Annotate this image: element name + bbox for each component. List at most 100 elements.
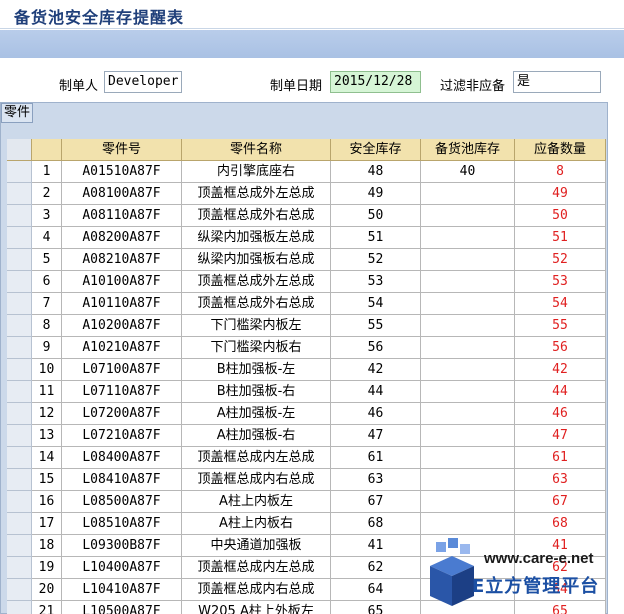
- row-selector[interactable]: [7, 535, 32, 557]
- header-safety-stock[interactable]: 安全库存: [331, 139, 421, 161]
- part-name-cell[interactable]: W205 A柱上外板左: [182, 601, 331, 614]
- row-selector[interactable]: [7, 425, 32, 447]
- part-no-cell[interactable]: L10410A87F: [62, 579, 182, 601]
- table-row[interactable]: 4 A08200A87F 纵梁内加强板左总成 51 51: [7, 227, 606, 249]
- table-row[interactable]: 17 L08510A87F A柱上内板右 68 68: [7, 513, 606, 535]
- safety-stock-cell[interactable]: 55: [331, 315, 421, 337]
- part-name-cell[interactable]: 下门槛梁内板左: [182, 315, 331, 337]
- row-selector[interactable]: [7, 381, 32, 403]
- safety-stock-cell[interactable]: 44: [331, 381, 421, 403]
- row-selector[interactable]: [7, 469, 32, 491]
- safety-stock-cell[interactable]: 49: [331, 183, 421, 205]
- safety-stock-cell[interactable]: 52: [331, 249, 421, 271]
- table-row[interactable]: 12 L07200A87F A柱加强板-左 46 46: [7, 403, 606, 425]
- part-no-cell[interactable]: L10500A87F: [62, 601, 182, 614]
- part-name-cell[interactable]: 纵梁内加强板右总成: [182, 249, 331, 271]
- part-name-cell[interactable]: 顶盖框总成外左总成: [182, 183, 331, 205]
- safety-stock-cell[interactable]: 51: [331, 227, 421, 249]
- required-qty-cell[interactable]: 8: [515, 161, 606, 183]
- part-no-cell[interactable]: A10100A87F: [62, 271, 182, 293]
- table-row[interactable]: 13 L07210A87F A柱加强板-右 47 47: [7, 425, 606, 447]
- part-no-cell[interactable]: A10200A87F: [62, 315, 182, 337]
- row-selector[interactable]: [7, 271, 32, 293]
- pool-stock-cell[interactable]: [421, 293, 515, 315]
- pool-stock-cell[interactable]: [421, 227, 515, 249]
- pool-stock-cell[interactable]: [421, 381, 515, 403]
- row-selector[interactable]: [7, 579, 32, 601]
- pool-stock-cell[interactable]: [421, 183, 515, 205]
- part-name-cell[interactable]: A柱上内板左: [182, 491, 331, 513]
- part-no-cell[interactable]: L10400A87F: [62, 557, 182, 579]
- part-name-cell[interactable]: 中央通道加强板: [182, 535, 331, 557]
- maker-field[interactable]: Developer: [104, 71, 182, 93]
- table-row[interactable]: 15 L08410A87F 顶盖框总成内右总成 63 63: [7, 469, 606, 491]
- table-row[interactable]: 8 A10200A87F 下门槛梁内板左 55 55: [7, 315, 606, 337]
- safety-stock-cell[interactable]: 62: [331, 557, 421, 579]
- table-row[interactable]: 3 A08110A87F 顶盖框总成外右总成 50 50: [7, 205, 606, 227]
- row-selector[interactable]: [7, 315, 32, 337]
- required-qty-cell[interactable]: 50: [515, 205, 606, 227]
- part-name-cell[interactable]: 顶盖框总成内左总成: [182, 557, 331, 579]
- safety-stock-cell[interactable]: 64: [331, 579, 421, 601]
- part-no-cell[interactable]: A08200A87F: [62, 227, 182, 249]
- part-name-cell[interactable]: B柱加强板-右: [182, 381, 331, 403]
- required-qty-cell[interactable]: 68: [515, 513, 606, 535]
- part-no-cell[interactable]: L08510A87F: [62, 513, 182, 535]
- part-no-cell[interactable]: L07200A87F: [62, 403, 182, 425]
- part-no-cell[interactable]: L09300B87F: [62, 535, 182, 557]
- select-all-corner[interactable]: [7, 139, 32, 161]
- part-name-cell[interactable]: 内引擎底座右: [182, 161, 331, 183]
- row-selector[interactable]: [7, 337, 32, 359]
- part-name-cell[interactable]: 下门槛梁内板右: [182, 337, 331, 359]
- safety-stock-cell[interactable]: 41: [331, 535, 421, 557]
- table-row[interactable]: 6 A10100A87F 顶盖框总成外左总成 53 53: [7, 271, 606, 293]
- part-no-cell[interactable]: L07110A87F: [62, 381, 182, 403]
- pool-stock-cell[interactable]: [421, 447, 515, 469]
- part-no-cell[interactable]: A10210A87F: [62, 337, 182, 359]
- pool-stock-cell[interactable]: [421, 271, 515, 293]
- row-selector[interactable]: [7, 403, 32, 425]
- safety-stock-cell[interactable]: 46: [331, 403, 421, 425]
- required-qty-cell[interactable]: 67: [515, 491, 606, 513]
- part-no-cell[interactable]: L07210A87F: [62, 425, 182, 447]
- part-name-cell[interactable]: A柱上内板右: [182, 513, 331, 535]
- header-part-no[interactable]: 零件号: [62, 139, 182, 161]
- row-selector[interactable]: [7, 513, 32, 535]
- table-row[interactable]: 5 A08210A87F 纵梁内加强板右总成 52 52: [7, 249, 606, 271]
- pool-stock-cell[interactable]: [421, 359, 515, 381]
- row-selector[interactable]: [7, 183, 32, 205]
- table-row[interactable]: 11 L07110A87F B柱加强板-右 44 44: [7, 381, 606, 403]
- required-qty-cell[interactable]: 56: [515, 337, 606, 359]
- part-name-cell[interactable]: 纵梁内加强板左总成: [182, 227, 331, 249]
- row-selector[interactable]: [7, 293, 32, 315]
- part-no-cell[interactable]: A10110A87F: [62, 293, 182, 315]
- header-pool-stock[interactable]: 备货池库存: [421, 139, 515, 161]
- part-name-cell[interactable]: 顶盖框总成外右总成: [182, 293, 331, 315]
- required-qty-cell[interactable]: 54: [515, 293, 606, 315]
- pool-stock-cell[interactable]: [421, 425, 515, 447]
- pool-stock-cell[interactable]: [421, 337, 515, 359]
- row-selector[interactable]: [7, 249, 32, 271]
- parts-tab[interactable]: 零件: [1, 103, 34, 123]
- safety-stock-cell[interactable]: 63: [331, 469, 421, 491]
- table-row[interactable]: 7 A10110A87F 顶盖框总成外右总成 54 54: [7, 293, 606, 315]
- table-row[interactable]: 2 A08100A87F 顶盖框总成外左总成 49 49: [7, 183, 606, 205]
- pool-stock-cell[interactable]: 40: [421, 161, 515, 183]
- safety-stock-cell[interactable]: 65: [331, 601, 421, 614]
- safety-stock-cell[interactable]: 48: [331, 161, 421, 183]
- safety-stock-cell[interactable]: 67: [331, 491, 421, 513]
- safety-stock-cell[interactable]: 54: [331, 293, 421, 315]
- part-no-cell[interactable]: A08210A87F: [62, 249, 182, 271]
- safety-stock-cell[interactable]: 47: [331, 425, 421, 447]
- part-no-cell[interactable]: L07100A87F: [62, 359, 182, 381]
- safety-stock-cell[interactable]: 56: [331, 337, 421, 359]
- row-selector[interactable]: [7, 161, 32, 183]
- row-selector[interactable]: [7, 491, 32, 513]
- required-qty-cell[interactable]: 61: [515, 447, 606, 469]
- table-row[interactable]: 16 L08500A87F A柱上内板左 67 67: [7, 491, 606, 513]
- safety-stock-cell[interactable]: 53: [331, 271, 421, 293]
- row-selector[interactable]: [7, 557, 32, 579]
- safety-stock-cell[interactable]: 68: [331, 513, 421, 535]
- safety-stock-cell[interactable]: 61: [331, 447, 421, 469]
- part-name-cell[interactable]: B柱加强板-左: [182, 359, 331, 381]
